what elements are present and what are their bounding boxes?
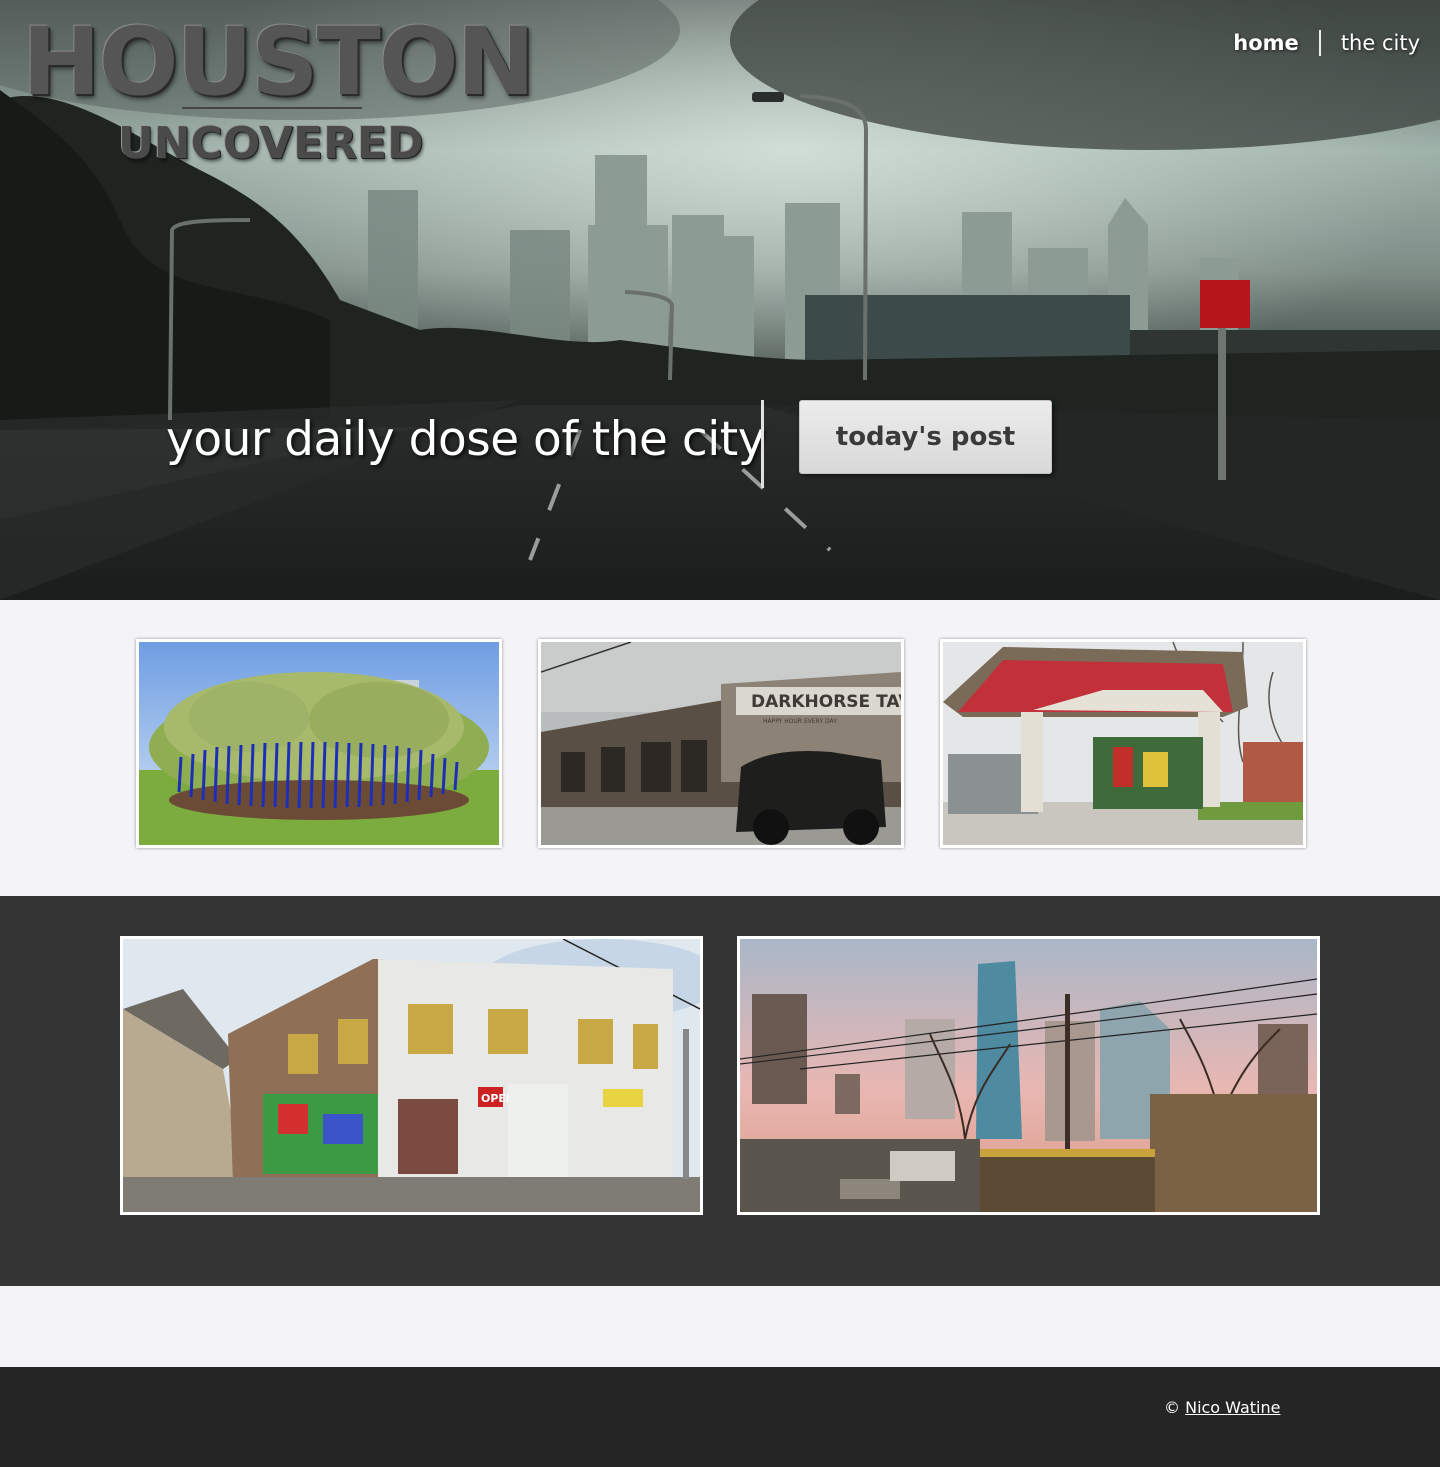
spacer-band	[0, 1290, 1440, 1366]
gallery-feature-convenience-store[interactable]: OPEN	[120, 936, 703, 1215]
tagline-divider	[761, 400, 764, 488]
convenience-store-photo: OPEN	[123, 939, 700, 1212]
blue-trees-photo	[139, 642, 499, 845]
copyright: © Nico Watine	[1164, 1398, 1280, 1417]
darkhorse-tavern-photo: DARKHORSE TAVER HAPPY HOUR EVERY DAY	[541, 642, 901, 845]
darkhorse-sign-subtext: HAPPY HOUR EVERY DAY	[763, 718, 837, 725]
gallery-feature-skyline-sunset[interactable]	[737, 936, 1320, 1215]
skyline-sunset-photo	[740, 939, 1317, 1212]
nav-separator	[1318, 30, 1321, 56]
gallery-thumb-blue-trees[interactable]	[136, 639, 502, 848]
copyright-symbol: ©	[1164, 1398, 1180, 1417]
hero-banner: HOUSTON UNCOVERED home the city your dai…	[0, 0, 1440, 600]
hero-tagline: your daily dose of the city	[166, 412, 766, 467]
nav-item-the-city[interactable]: the city	[1341, 31, 1420, 55]
logo-subtitle: UNCOVERED	[118, 118, 424, 169]
gallery-row-featured: OPEN	[0, 896, 1440, 1286]
darkhorse-sign-text: DARKHORSE TAVER	[751, 692, 901, 712]
nav-item-home[interactable]: home	[1233, 31, 1299, 55]
gas-station-photo	[943, 642, 1303, 845]
logo-divider	[182, 107, 362, 109]
site-logo[interactable]: HOUSTON UNCOVERED	[22, 8, 535, 169]
main-nav: home the city	[1233, 30, 1420, 56]
gallery-thumb-gas-station[interactable]	[940, 639, 1306, 848]
author-link[interactable]: Nico Watine	[1185, 1398, 1280, 1417]
todays-post-button[interactable]: today's post	[799, 400, 1052, 474]
gallery-thumb-darkhorse-tavern[interactable]: DARKHORSE TAVER HAPPY HOUR EVERY DAY	[538, 639, 904, 848]
logo-title: HOUSTON	[22, 8, 535, 117]
site-footer: © Nico Watine	[0, 1367, 1440, 1467]
